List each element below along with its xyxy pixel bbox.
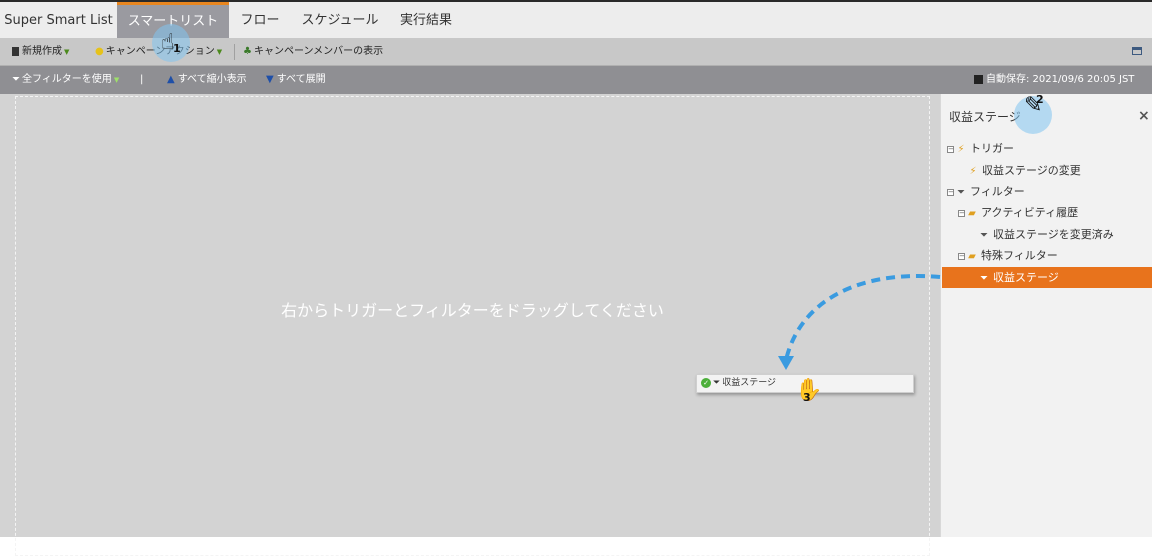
maximize-icon[interactable] [1132,38,1142,66]
trigger-icon: ⚡ [957,143,965,155]
tree-label: 収益ステージを変更済み [993,228,1114,241]
tab-results[interactable]: 実行結果 [389,2,463,38]
filter-icon: ⏷ [12,74,20,85]
expand-icon: ▼ [266,74,274,85]
callout-number-1: 1 [173,42,181,55]
collapse-all-button[interactable]: ▲ すべて縮小表示 [167,66,247,94]
tree-item-activity-history[interactable]: − ▰ アクティビティ履歴 [958,202,1152,223]
use-all-filters-button[interactable]: ⏷ 全フィルターを使用 ▼ [12,66,119,94]
tree-label: 特殊フィルター [981,249,1058,262]
chevron-down-icon: ▼ [113,76,120,84]
tree-item-special-filters[interactable]: − ▰ 特殊フィルター [958,245,1152,266]
close-icon[interactable]: × [1138,108,1150,124]
new-menu-button[interactable]: 新規作成 ▼ [12,38,69,66]
tab-flow[interactable]: フロー [229,2,291,38]
folder-icon: ▰ [968,207,976,219]
callout-number-3: 3 [803,391,811,404]
filter-toolbar: ⏷ 全フィルターを使用 ▼ | ▲ すべて縮小表示 ▼ すべて展開 自動保存: 2021… [0,66,1152,94]
filter-icon: ⏷ [980,272,988,284]
tab-super-smart-list[interactable]: Super Smart List [0,2,117,38]
lightbulb-icon: ● [95,46,104,57]
check-icon: ✓ [701,377,711,388]
tree-label: 収益ステージ [993,271,1059,284]
expand-all-label: すべて展開 [276,74,326,85]
filter-icon: ⏷ [980,229,988,241]
tree-item-triggers[interactable]: − ⚡ トリガー [947,138,1152,159]
use-all-filters-label: 全フィルターを使用 [22,74,112,85]
new-icon [12,46,19,56]
filter-side-panel: 収益ステージ × − ⚡ トリガー ⚡ 収益ステージの変更 − ⏷ フィルター − ▰ アクテ… [940,94,1152,537]
filter-icon: ⏷ [713,378,721,388]
collapse-icon: ▲ [167,74,175,85]
collapse-all-label: すべて縮小表示 [177,74,247,85]
drag-chip-label: 収益ステージ [722,378,777,388]
members-icon: ♣ [243,46,252,57]
view-campaign-members-button[interactable]: ♣ キャンペーンメンバーの表示 [243,38,383,66]
autosave-label: 自動保存: 2021/09/6 20:05 JST [986,74,1135,85]
tree-label: 収益ステージの変更 [982,164,1081,177]
smart-list-canvas[interactable]: 右からトリガーとフィルターをドラッグしてください [0,94,940,556]
expand-all-button[interactable]: ▼ すべて展開 [266,66,326,94]
save-icon [974,74,983,84]
drop-zone[interactable] [15,96,930,556]
tree-label: フィルター [970,185,1025,198]
folder-icon: ▰ [968,250,976,262]
callout-number-2: 2 [1036,93,1044,106]
tree-item-revenue-stage[interactable]: ⏷ 収益ステージ [942,267,1152,288]
tree-item-revenue-stage-change[interactable]: ⚡ 収益ステージの変更 [967,160,1152,181]
collapse-toggle-icon[interactable]: − [958,252,965,260]
trigger-icon: ⚡ [969,165,977,177]
tree-item-filters[interactable]: − ⏷ フィルター [947,181,1152,202]
toolbar-divider [234,44,235,60]
panel-title: 収益ステージ [949,110,1021,124]
new-label: 新規作成 [22,46,62,57]
tab-schedule[interactable]: スケジュール [291,2,389,38]
collapse-toggle-icon[interactable]: − [947,145,954,153]
chevron-down-icon: ▼ [216,48,223,56]
toolbar-separator: | [140,74,144,85]
filter-icon: ⏷ [957,186,965,198]
collapse-toggle-icon[interactable]: − [947,188,954,196]
tree-label: アクティビティ履歴 [981,206,1079,219]
collapse-toggle-icon[interactable]: − [958,209,965,217]
tree-label: トリガー [970,142,1014,155]
tree-item-revenue-stage-changed[interactable]: ⏷ 収益ステージを変更済み [978,224,1152,245]
chevron-down-icon: ▼ [64,48,70,56]
drop-placeholder-text: 右からトリガーとフィルターをドラッグしてください [281,301,664,320]
campaign-members-label: キャンペーンメンバーの表示 [253,46,384,57]
autosave-status: 自動保存: 2021/09/6 20:05 JST [974,66,1134,94]
